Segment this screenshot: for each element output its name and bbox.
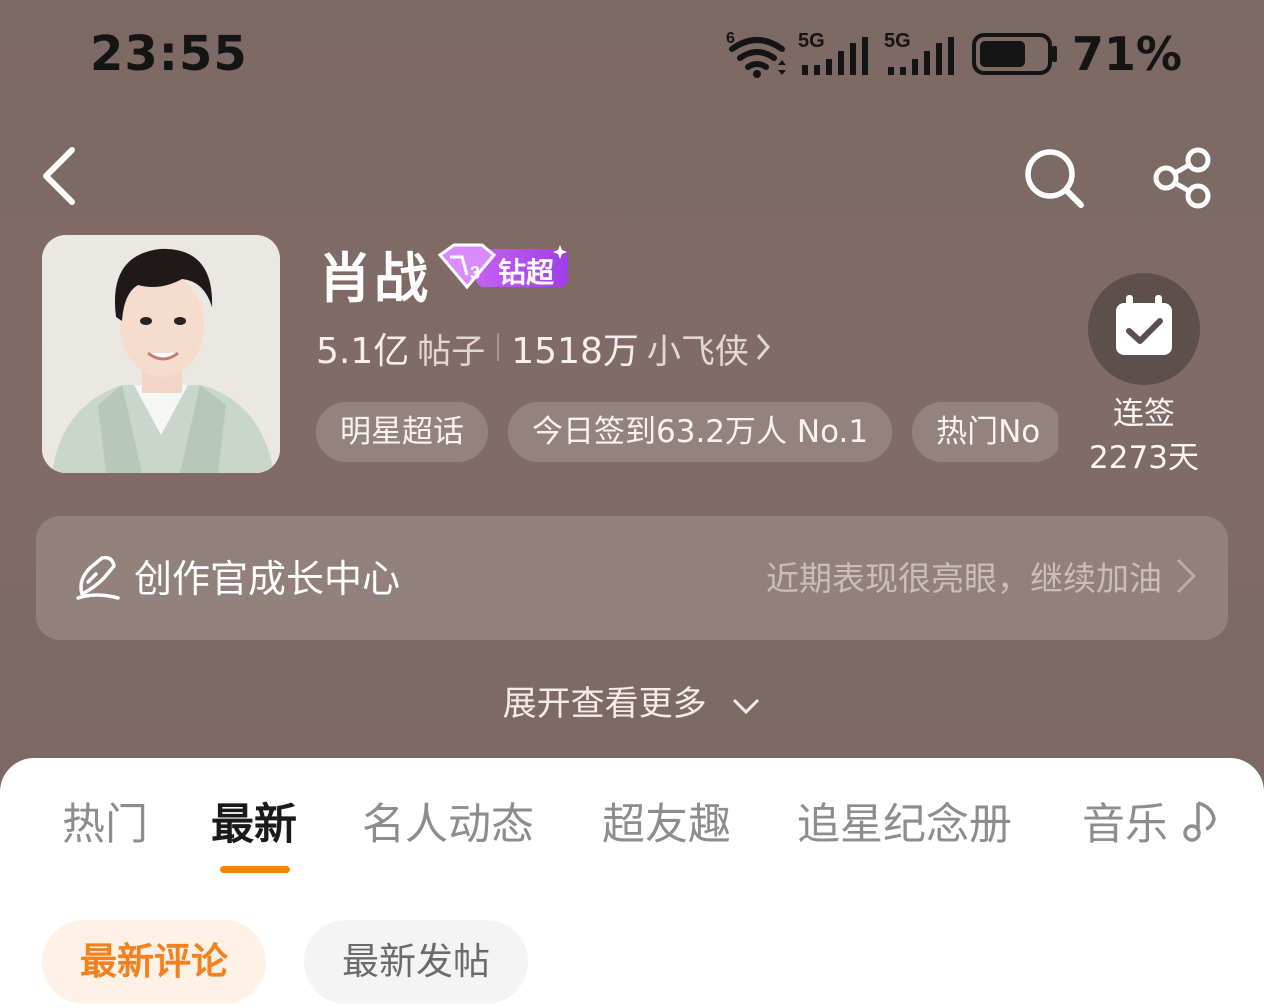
expand-more-button[interactable]: 展开查看更多 xyxy=(0,676,1264,725)
stats-divider xyxy=(497,333,500,361)
checkin-button[interactable] xyxy=(1088,273,1200,385)
tag-chip[interactable]: 明星超话 xyxy=(316,402,488,462)
active-tab-indicator xyxy=(220,866,290,873)
status-time: 23:55 xyxy=(90,26,248,82)
tag-chip[interactable]: 今日签到63.2万人 No.1 xyxy=(508,402,893,462)
tab-super-fun[interactable]: 超友趣 xyxy=(602,790,731,852)
chevron-right-icon xyxy=(756,334,770,360)
topic-stats[interactable]: 5.1亿 帖子 1518万 小飞侠 xyxy=(316,322,771,372)
wifi-icon: 6 xyxy=(726,30,786,78)
svg-text:5G: 5G xyxy=(884,30,911,52)
fans-unit: 小飞侠 xyxy=(646,332,749,372)
battery-icon xyxy=(971,33,1057,75)
creator-center-title: 创作官成长中心 xyxy=(134,557,401,601)
tab-star-album[interactable]: 追星纪念册 xyxy=(797,790,1012,852)
battery-percent: 71% xyxy=(1071,27,1182,81)
topic-tags: 明星超话 今日签到63.2万人 No.1 热门No xyxy=(316,402,1058,462)
calendar-check-icon xyxy=(1116,295,1172,355)
signal-2-icon: 5G xyxy=(884,30,954,75)
topic-avatar[interactable] xyxy=(42,235,280,473)
share-icon[interactable] xyxy=(1150,146,1216,210)
creator-pen-icon xyxy=(76,555,120,600)
tab-hot[interactable]: 热门 xyxy=(62,790,148,852)
svg-text:5G: 5G xyxy=(798,30,825,52)
checkin-title: 连签 xyxy=(1113,396,1175,432)
tab-music-label: 音乐 xyxy=(1082,800,1168,850)
badge-label: 钻超 xyxy=(498,256,555,289)
search-icon[interactable] xyxy=(1022,146,1086,210)
tab-music[interactable]: 音乐 xyxy=(1082,790,1220,852)
chevron-right-icon xyxy=(1176,558,1197,594)
status-icons: 6 5G 5G 71% xyxy=(726,26,1182,82)
feed-tabs: 热门 最新 名人动态 超友趣 追星纪念册 音乐 xyxy=(0,790,1264,860)
music-note-icon xyxy=(1182,801,1216,842)
chevron-down-icon xyxy=(733,698,760,714)
checkin-label[interactable]: 连签 2273天 xyxy=(1088,392,1200,480)
badge-level: 3 xyxy=(470,263,480,283)
topic-title: 肖战 xyxy=(318,247,430,310)
tag-chip[interactable]: 热门No xyxy=(912,402,1058,462)
signal-1-icon: 5G xyxy=(798,30,868,75)
back-arrow-icon[interactable] xyxy=(38,146,98,206)
tab-celebrity-news[interactable]: 名人动态 xyxy=(362,790,534,852)
creator-center-subtitle: 近期表现很亮眼，继续加油 xyxy=(766,559,1162,598)
tab-latest[interactable]: 最新 xyxy=(211,790,297,852)
filter-latest-comments[interactable]: 最新评论 xyxy=(42,920,266,1004)
avatar-portrait-icon xyxy=(42,235,280,473)
posts-count: 5.1亿 xyxy=(316,331,410,372)
expand-more-label: 展开查看更多 xyxy=(502,684,707,724)
filter-latest-posts[interactable]: 最新发帖 xyxy=(304,920,528,1004)
posts-unit: 帖子 xyxy=(417,332,486,372)
fans-count: 1518万 xyxy=(511,331,639,372)
checkin-days: 2273天 xyxy=(1089,440,1199,476)
